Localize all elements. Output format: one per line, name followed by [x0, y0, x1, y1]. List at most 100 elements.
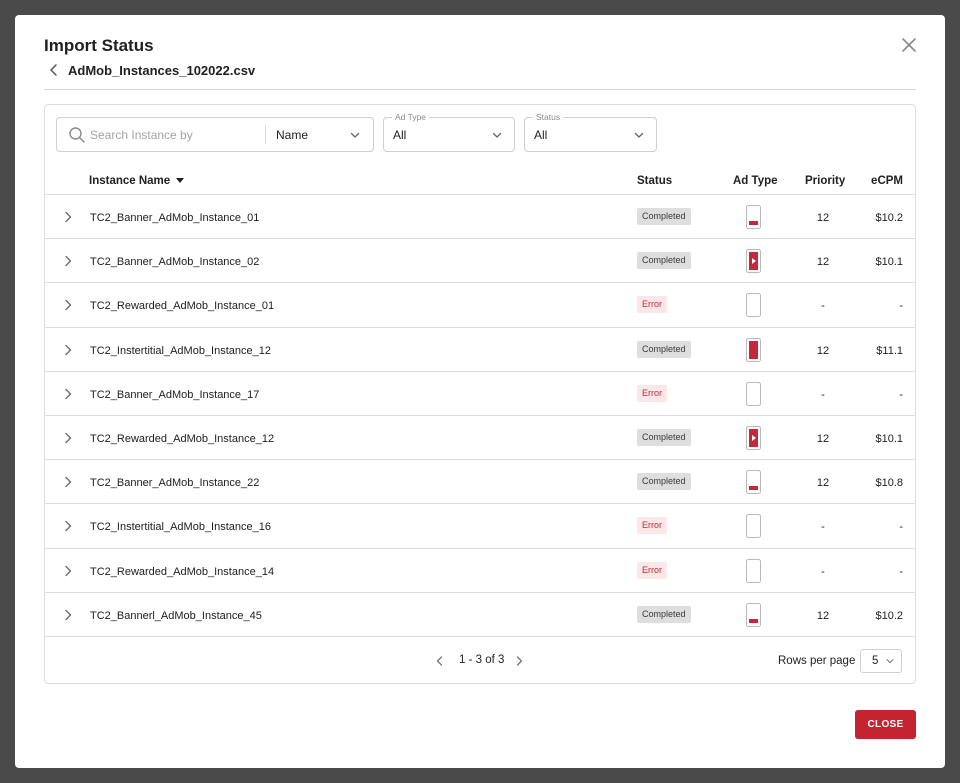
status-badge: Completed: [637, 428, 691, 446]
phone-empty-icon: [746, 293, 761, 318]
instance-name: TC2_Rewarded_AdMob_Instance_01: [90, 300, 275, 313]
instance-name: TC2_Instertitial_AdMob_Instance_16: [90, 521, 271, 534]
instance-name: TC2_Banner_AdMob_Instance_02: [90, 256, 260, 269]
ecpm-value: -: [899, 521, 903, 534]
phone-empty-icon: [746, 381, 761, 406]
status-select[interactable]: Status All: [524, 112, 657, 152]
column-ecpm: eCPM: [871, 175, 903, 187]
table-row[interactable]: TC2_Banner_AdMob_Instance_17 Error - -: [45, 372, 915, 416]
file-name: AdMob_Instances_102022.csv: [68, 63, 256, 78]
column-priority: Priority: [805, 175, 846, 187]
column-ad-type: Ad Type: [733, 175, 778, 187]
close-icon[interactable]: [899, 35, 919, 55]
table-row[interactable]: TC2_Instertitial_AdMob_Instance_12 Comple…: [45, 328, 915, 372]
interstitial-fill: [749, 340, 758, 359]
chevron-down-icon[interactable]: [885, 656, 895, 666]
phone-rewarded-icon: [746, 425, 761, 450]
status-filter-label: Status: [533, 112, 564, 122]
chevron-right-icon[interactable]: [61, 387, 75, 401]
chevron-left-icon[interactable]: [433, 654, 447, 668]
table-row[interactable]: TC2_Rewarded_AdMob_Instance_14 Error - -: [45, 549, 915, 593]
divider: [44, 89, 916, 90]
status-badge: Error: [637, 384, 667, 402]
priority-value: 12: [816, 256, 830, 269]
table-footer: 1 - 3 of 3 Rows per page 5: [45, 637, 915, 683]
chevron-right-icon[interactable]: [61, 475, 75, 489]
instance-name: TC2_Banner_AdMob_Instance_22: [90, 477, 260, 490]
ecpm-value: $10.1: [875, 256, 903, 269]
import-status-modal: Import Status AdMob_Instances_102022.csv…: [15, 15, 945, 768]
table-body: TC2_Banner_AdMob_Instance_01 Completed 12 $…: [45, 195, 915, 637]
table-row[interactable]: TC2_Banner_AdMob_Instance_02 Completed 12 $…: [45, 239, 915, 284]
chevron-right-icon[interactable]: [61, 608, 75, 622]
chevron-right-icon[interactable]: [61, 343, 75, 357]
search-box: Name: [56, 117, 374, 152]
status-badge: Completed: [637, 208, 691, 225]
chevron-right-icon[interactable]: [512, 654, 526, 668]
ecpm-value: -: [899, 300, 903, 313]
sort-down-icon[interactable]: [176, 178, 185, 183]
phone-interstitial-icon: [746, 337, 761, 362]
rows-per-page-label: Rows per page: [778, 655, 856, 667]
instance-name: TC2_Rewarded_AdMob_Instance_14: [90, 565, 275, 578]
play-icon: [752, 258, 756, 265]
search-by-select[interactable]: Name: [276, 128, 308, 142]
ad-type-label: Ad Type: [392, 112, 430, 122]
instance-name: TC2_Banner_AdMob_Instance_17: [90, 388, 260, 401]
chevron-down-icon[interactable]: [491, 129, 503, 141]
priority-value: -: [821, 565, 825, 578]
table-row[interactable]: TC2_Banner_AdMob_Instance_01 Completed 12 $…: [45, 195, 915, 240]
table-row[interactable]: TC2_Banner_AdMob_Instance_22 Completed 12 $…: [45, 460, 915, 505]
ad-type-select[interactable]: Ad Type All: [383, 112, 515, 152]
table-row[interactable]: TC2_Rewarded_AdMob_Instance_12 Completed 1…: [45, 416, 915, 461]
chevron-right-icon[interactable]: [61, 519, 75, 533]
chevron-left-icon[interactable]: [46, 62, 62, 78]
status-badge: Completed: [637, 340, 691, 358]
close-button[interactable]: CLOSE: [855, 710, 916, 739]
search-icon: [69, 127, 85, 143]
status-badge: Error: [637, 561, 667, 579]
table-row[interactable]: TC2_Rewarded_AdMob_Instance_01 Error - -: [45, 283, 915, 328]
modal-title: Import Status: [44, 36, 154, 55]
table-header: Instance Name Status Ad Type Priority eC…: [45, 162, 915, 195]
table-row[interactable]: TC2_Bannerl_AdMob_Instance_45 Completed 12…: [45, 593, 915, 637]
chevron-right-icon[interactable]: [61, 431, 75, 445]
priority-value: -: [821, 300, 825, 313]
play-icon: [752, 434, 756, 441]
chevron-right-icon[interactable]: [61, 298, 75, 312]
instance-name: TC2_Bannerl_AdMob_Instance_45: [90, 609, 262, 622]
status-badge: Completed: [637, 252, 691, 270]
chevron-right-icon[interactable]: [61, 254, 75, 268]
search-input[interactable]: [90, 118, 260, 151]
ecpm-value: $10.1: [875, 432, 903, 445]
chevron-down-icon[interactable]: [349, 129, 361, 141]
column-instance-name[interactable]: Instance Name: [89, 175, 185, 187]
column-instance-name-label: Instance Name: [89, 175, 171, 187]
status-badge: Completed: [637, 473, 691, 491]
phone-banner-icon: [746, 470, 761, 495]
chevron-right-icon[interactable]: [61, 210, 75, 224]
status-badge: Error: [637, 517, 667, 535]
table-row[interactable]: TC2_Instertitial_AdMob_Instance_16 Error -…: [45, 504, 915, 549]
instance-name: TC2_Instertitial_AdMob_Instance_12: [90, 344, 271, 357]
banner-fill: [749, 618, 758, 623]
pagination-range: 1 - 3 of 3: [459, 654, 505, 666]
ecpm-value: -: [899, 565, 903, 578]
phone-banner-icon: [746, 602, 761, 627]
ecpm-value: $10.2: [875, 212, 903, 224]
banner-fill: [749, 221, 758, 225]
phone-empty-icon: [746, 558, 761, 583]
ecpm-value: -: [899, 388, 903, 401]
chevron-down-icon[interactable]: [633, 129, 645, 141]
rows-per-page-select[interactable]: 5: [860, 649, 902, 673]
phone-rewarded-icon: [746, 249, 761, 274]
priority-value: 12: [816, 609, 830, 622]
status-badge: Completed: [637, 605, 691, 623]
search-separator: [265, 125, 266, 144]
ecpm-value: $10.8: [875, 477, 903, 490]
priority-value: -: [821, 388, 825, 401]
column-status: Status: [637, 175, 673, 187]
chevron-right-icon[interactable]: [61, 564, 75, 578]
priority-value: 12: [816, 212, 830, 224]
priority-value: 12: [816, 477, 830, 490]
